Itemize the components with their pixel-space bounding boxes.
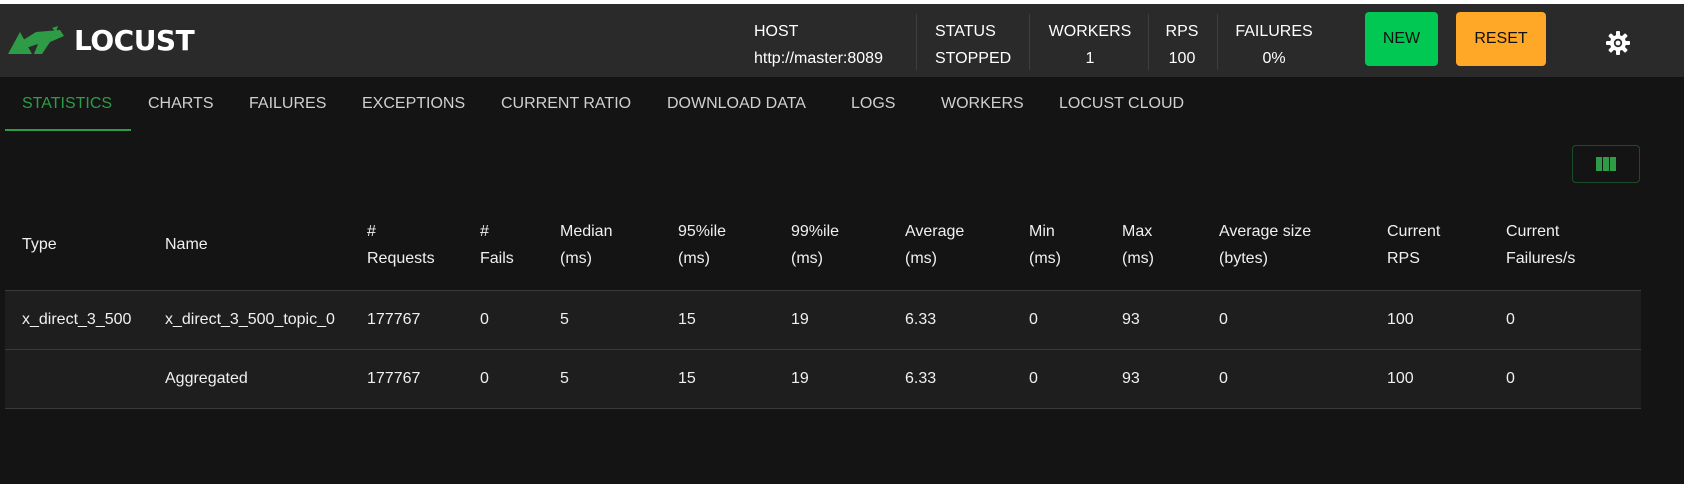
cell-current-failures: 0: [1506, 370, 1515, 387]
grasshopper-icon: [8, 25, 64, 54]
cell-average-size: 0: [1219, 311, 1228, 328]
column-header-fails[interactable]: # Fails: [480, 218, 514, 272]
column-header-type[interactable]: Type: [22, 231, 57, 258]
cell-max: 93: [1122, 311, 1140, 328]
rps-label: RPS: [1165, 23, 1199, 40]
theme-toggle[interactable]: [1605, 30, 1631, 56]
cell-name: x_direct_3_500_topic_0: [165, 311, 335, 328]
header-divider: [916, 14, 917, 70]
cell-min: 0: [1029, 370, 1038, 387]
column-header-max[interactable]: Max (ms): [1122, 218, 1154, 272]
cell-99ile: 19: [791, 370, 809, 387]
cell-fails: 0: [480, 311, 489, 328]
locust-logo[interactable]: LOCUST: [6, 24, 195, 57]
table-header: Type Name # Requests # Fails Median (ms)…: [5, 204, 1641, 291]
column-header-95ile[interactable]: 95%ile (ms): [678, 218, 726, 272]
column-header-current-rps[interactable]: Current RPS: [1387, 218, 1440, 272]
workers-label: WORKERS: [1048, 23, 1132, 40]
tab-statistics[interactable]: STATISTICS: [22, 77, 112, 131]
header-divider: [1148, 14, 1149, 70]
cell-min: 0: [1029, 311, 1038, 328]
top-bar: LOCUST HOST http://master:8089 STATUS ST…: [0, 4, 1684, 77]
cell-median: 5: [560, 370, 569, 387]
cell-average: 6.33: [905, 370, 937, 387]
column-header-median[interactable]: Median (ms): [560, 218, 612, 272]
status-label: STATUS: [935, 23, 996, 40]
view-columns-icon: [1596, 157, 1616, 171]
failures-label: FAILURES: [1235, 23, 1313, 40]
gear-icon: [1606, 31, 1630, 55]
tab-logs[interactable]: LOGS: [851, 77, 895, 131]
rps-value: 100: [1168, 50, 1196, 67]
table-row: x_direct_3_500 x_direct_3_500_topic_0 17…: [5, 291, 1641, 350]
workers-value: 1: [1085, 50, 1095, 67]
tab-workers[interactable]: WORKERS: [941, 77, 1024, 131]
cell-median: 5: [560, 311, 569, 328]
active-tab-indicator: [5, 129, 131, 131]
cell-99ile: 19: [791, 311, 809, 328]
tab-current-ratio[interactable]: CURRENT RATIO: [501, 77, 631, 131]
tab-exceptions[interactable]: EXCEPTIONS: [362, 77, 465, 131]
host-label: HOST: [754, 23, 799, 40]
brand-name: LOCUST: [74, 24, 195, 57]
column-selector-button[interactable]: [1572, 145, 1640, 183]
new-test-button[interactable]: NEW: [1365, 12, 1438, 66]
cell-requests: 177767: [367, 370, 421, 387]
header-divider: [1029, 14, 1030, 70]
cell-95ile: 15: [678, 370, 696, 387]
host-stat: HOST http://master:8089: [754, 18, 883, 72]
tab-locust-cloud[interactable]: LOCUST CLOUD: [1059, 77, 1184, 131]
cell-requests: 177767: [367, 311, 421, 328]
workers-stat: WORKERS 1: [1048, 18, 1132, 72]
statistics-table: Type Name # Requests # Fails Median (ms)…: [5, 204, 1641, 409]
column-header-average-size[interactable]: Average size (bytes): [1219, 218, 1311, 272]
column-header-min[interactable]: Min (ms): [1029, 218, 1061, 272]
cell-average-size: 0: [1219, 370, 1228, 387]
cell-fails: 0: [480, 370, 489, 387]
tab-download-data[interactable]: DOWNLOAD DATA: [667, 77, 806, 131]
table-row-aggregated: Aggregated 177767 0 5 15 19 6.33 0 93 0 …: [5, 350, 1641, 409]
column-header-current-failures[interactable]: Current Failures/s: [1506, 218, 1575, 272]
tab-charts[interactable]: CHARTS: [148, 77, 214, 131]
cell-95ile: 15: [678, 311, 696, 328]
failures-stat: FAILURES 0%: [1233, 18, 1315, 72]
tab-failures[interactable]: FAILURES: [249, 77, 326, 131]
host-value: http://master:8089: [754, 50, 883, 67]
column-header-requests[interactable]: # Requests: [367, 218, 435, 272]
cell-average: 6.33: [905, 311, 937, 328]
status-value: STOPPED: [935, 50, 1012, 67]
cell-current-rps: 100: [1387, 311, 1414, 328]
cell-current-rps: 100: [1387, 370, 1414, 387]
header-divider: [1217, 14, 1218, 70]
rps-stat: RPS 100: [1163, 18, 1201, 72]
cell-max: 93: [1122, 370, 1140, 387]
cell-current-failures: 0: [1506, 311, 1515, 328]
failures-value: 0%: [1262, 50, 1286, 67]
column-header-name[interactable]: Name: [165, 231, 208, 258]
cell-name: Aggregated: [165, 370, 248, 387]
column-header-average[interactable]: Average (ms): [905, 218, 964, 272]
cell-type: x_direct_3_500: [22, 311, 132, 328]
reset-button[interactable]: RESET: [1456, 12, 1546, 66]
locust-app: LOCUST HOST http://master:8089 STATUS ST…: [0, 4, 1684, 484]
column-header-99ile[interactable]: 99%ile (ms): [791, 218, 839, 272]
status-stat: STATUS STOPPED: [935, 18, 1011, 72]
